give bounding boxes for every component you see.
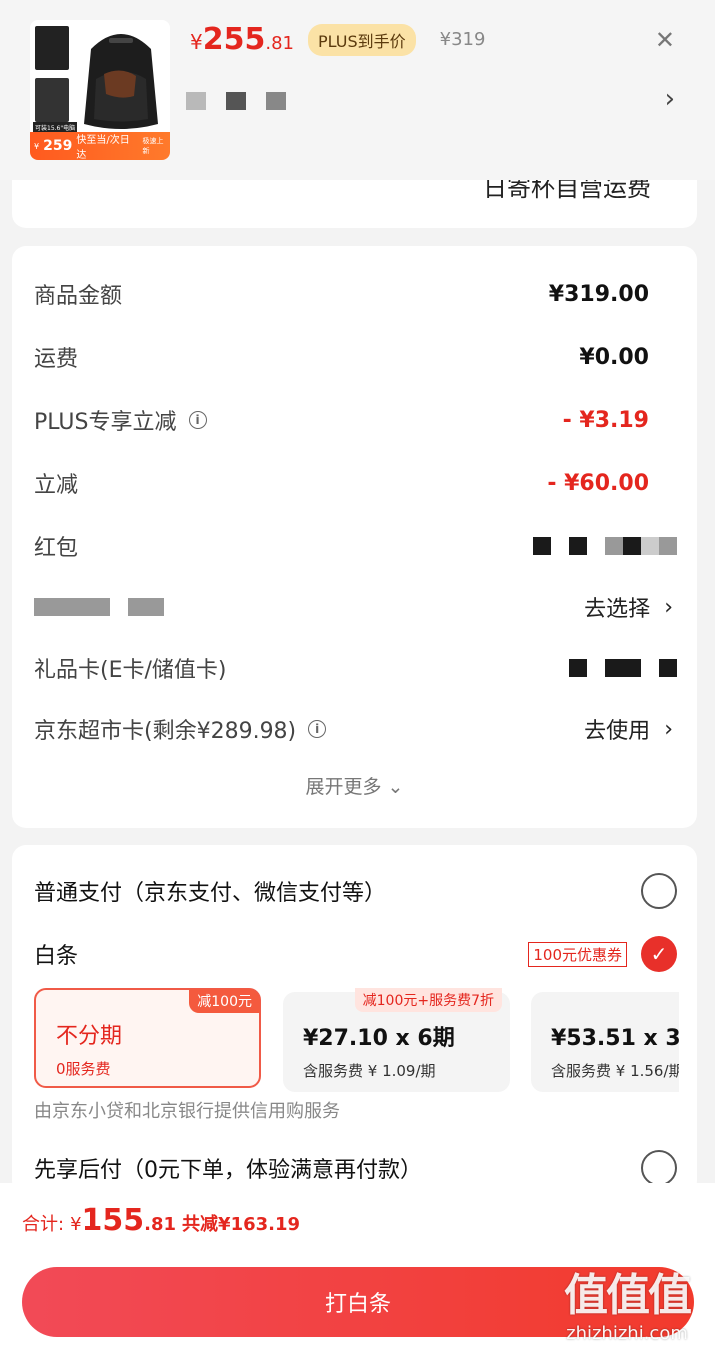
row-goods-amount: 商品金额 ¥319.00 (34, 274, 677, 314)
row-plus-discount: PLUS专享立减 i - ¥3.19 (34, 400, 677, 440)
total-row: 合计: ¥155.81 共减¥163.19 (22, 1203, 300, 1238)
thumb-promo-banner: ¥259 快至当/次日达 极速上新 (30, 132, 170, 160)
thumb-backpack-front (33, 24, 71, 72)
backpack-image (84, 34, 158, 129)
row-label: 礼品卡(E卡/储值卡) (34, 658, 227, 683)
price-row: ¥255.81 PLUS到手价 ¥319 (190, 22, 485, 57)
plan-subtitle: 0服务费 (56, 1060, 111, 1078)
row-supermarket-card[interactable]: 京东超市卡(剩余¥289.98) i 去使用 › (34, 709, 677, 749)
plan-subtitle: 含服务费 ¥ 1.09/期 (303, 1062, 436, 1080)
row-value: - ¥60.00 (547, 470, 649, 496)
product-thumbnail[interactable]: 可装15.6"电脑 ¥259 快至当/次日达 极速上新 (30, 20, 170, 160)
redacted-value (569, 659, 677, 677)
chevron-right-icon: › (664, 716, 673, 742)
plan-title: 不分期 (56, 1024, 123, 1049)
radio-unchecked[interactable] (641, 1150, 677, 1186)
thumb-promo-text: 快至当/次日达 (76, 135, 130, 160)
plan-tag: 减100元 (189, 989, 260, 1013)
plan-title: ¥27.10 x 6期 (303, 1026, 455, 1051)
use-link[interactable]: 去使用 › (584, 713, 673, 745)
plan-no-installment[interactable]: 减100元 不分期 0服务费 (34, 988, 261, 1088)
row-label: 商品金额 (34, 284, 123, 309)
plan-tag: 减100元+服务费7折 (354, 988, 502, 1012)
pay-later-option[interactable]: 先享后付（0元下单，体验满意再付款） (34, 1148, 677, 1188)
baitiao-payment-option[interactable]: 白条 100元优惠券 ✓ (34, 934, 677, 974)
chevron-right-icon[interactable]: › (665, 84, 675, 114)
shipping-card: 日寄杯自营运费 (12, 180, 697, 228)
coupon-badge: 100元优惠券 (528, 941, 627, 967)
row-instant-discount: 立减 - ¥60.00 (34, 463, 677, 503)
thumb-backpack-open (33, 76, 71, 124)
radio-checked-icon[interactable]: ✓ (641, 936, 677, 972)
row-value: ¥0.00 (579, 344, 649, 370)
redacted-block (266, 92, 286, 110)
total-amount: ¥155.81 (70, 1203, 177, 1238)
pay-later-label: 先享后付（0元下单，体验满意再付款） (34, 1158, 422, 1183)
original-price: ¥319 (439, 29, 486, 50)
redacted-block (226, 92, 246, 110)
row-label: 红包 (34, 536, 79, 561)
row-label: PLUS专享立减 i (34, 404, 207, 436)
product-header: 可装15.6"电脑 ¥259 快至当/次日达 极速上新 ¥255.81 PLUS… (0, 0, 715, 180)
row-gift-card[interactable]: 礼品卡(E卡/储值卡) (34, 648, 677, 688)
price-details-card: 商品金额 ¥319.00 运费 ¥0.00 PLUS专享立减 i - ¥3.19 … (12, 246, 697, 828)
select-link[interactable]: 去选择 › (584, 591, 673, 623)
plan-title: ¥53.51 x 3期 (551, 1026, 679, 1051)
chevron-right-icon: › (664, 594, 673, 620)
plus-price: ¥255.81 (190, 22, 294, 57)
total-label: 合计: (22, 1214, 65, 1235)
row-red-packet[interactable]: 红包 (34, 526, 677, 566)
pay-baitiao-button[interactable]: 打白条 (22, 1267, 694, 1337)
redacted-value (533, 537, 677, 555)
info-icon[interactable]: i (308, 720, 327, 738)
row-value: - ¥3.19 (562, 407, 649, 433)
baitiao-label: 白条 (34, 944, 79, 969)
plus-price-badge: PLUS到手价 (308, 23, 416, 56)
close-icon[interactable]: ✕ (655, 26, 675, 54)
normal-payment-label: 普通支付（京东支付、微信支付等） (34, 881, 387, 906)
row-label: 运费 (34, 347, 79, 372)
checkout-bar: 合计: ¥155.81 共减¥163.19 打白条 (0, 1183, 715, 1345)
redacted-label (34, 598, 164, 616)
plan-3-installments[interactable]: ¥53.51 x 3期 含服务费 ¥ 1.56/期 (531, 992, 679, 1092)
installment-plans: 减100元 不分期 0服务费 减100元+服务费7折 ¥27.10 x 6期 含… (34, 988, 679, 1094)
radio-unchecked[interactable] (641, 873, 677, 909)
total-saved: 共减¥163.19 (182, 1214, 301, 1235)
shipping-text: 日寄杯自营运费 (483, 180, 651, 202)
thumb-promo-price: 259 (43, 138, 73, 154)
expand-more-button[interactable]: 展开更多 ⌄ (12, 772, 697, 799)
info-icon[interactable]: i (188, 411, 207, 429)
payment-card: 普通支付（京东支付、微信支付等） 白条 100元优惠券 ✓ 减100元 不分期 … (12, 845, 697, 1195)
variant-selector[interactable] (186, 92, 286, 110)
row-label: 立减 (34, 473, 79, 498)
plan-6-installments[interactable]: 减100元+服务费7折 ¥27.10 x 6期 含服务费 ¥ 1.09/期 (283, 988, 510, 1092)
row-shipping: 运费 ¥0.00 (34, 337, 677, 377)
provider-note: 由京东小贷和北京银行提供信用购服务 (34, 1101, 340, 1122)
thumb-promo-tag: 极速上新 (142, 137, 164, 155)
redacted-block (186, 92, 206, 110)
row-value: ¥319.00 (548, 281, 649, 307)
row-label: 京东超市卡(剩余¥289.98) i (34, 713, 327, 745)
row-redacted[interactable]: 去选择 › (34, 587, 677, 627)
plan-subtitle: 含服务费 ¥ 1.56/期 (551, 1062, 679, 1080)
normal-payment-option[interactable]: 普通支付（京东支付、微信支付等） (34, 871, 677, 911)
